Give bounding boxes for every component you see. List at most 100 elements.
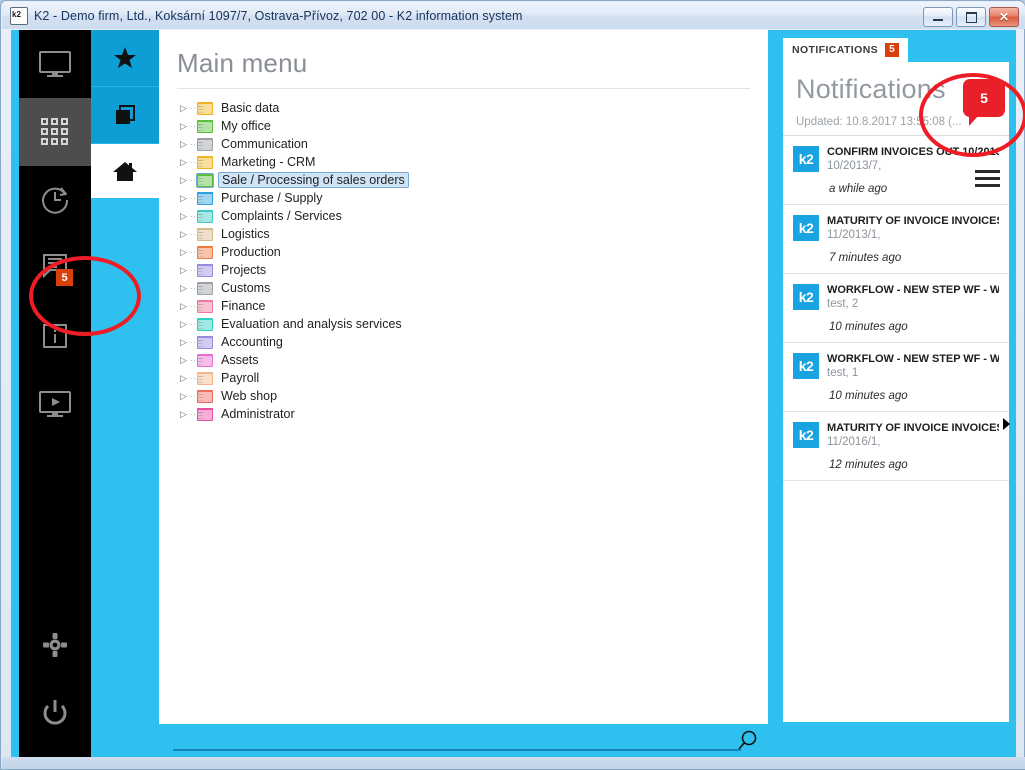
notification-timestamp: 10 minutes ago: [829, 390, 908, 402]
tree-item[interactable]: ▷ ·· Production: [177, 243, 768, 261]
sidebar-item-media[interactable]: [19, 370, 91, 438]
chevron-right-icon[interactable]: ▷: [177, 190, 190, 206]
nav-item-favourites[interactable]: [91, 30, 159, 87]
right-edge-expander[interactable]: [1003, 418, 1010, 430]
notification-item[interactable]: k2 MATURITY OF INVOICE INVOICES I... 11/20…: [783, 412, 1009, 481]
tree-item-label: Complaints / Services: [221, 209, 342, 223]
tree-item[interactable]: ▷ ·· Accounting: [177, 333, 768, 351]
notification-row: k2 MATURITY OF INVOICE INVOICES I... 11/20…: [793, 422, 999, 448]
sidebar-item-main-menu[interactable]: [19, 98, 91, 166]
chevron-right-icon[interactable]: ▷: [177, 136, 190, 152]
tree-item[interactable]: ▷ ·· My office: [177, 117, 768, 135]
tree-item[interactable]: ▷ ·· Communication: [177, 135, 768, 153]
tab-notifications[interactable]: NOTIFICATIONS 5: [783, 38, 908, 62]
tree-item-label: Evaluation and analysis services: [221, 317, 402, 331]
chevron-right-icon[interactable]: ▷: [177, 172, 190, 188]
k2-app-icon[interactable]: [10, 6, 28, 25]
chevron-right-icon[interactable]: ▷: [177, 262, 190, 278]
tree-connector: ··: [190, 355, 196, 365]
notification-item[interactable]: k2 MATURITY OF INVOICE INVOICES I... 11/20…: [783, 205, 1009, 274]
notification-row: k2 CONFIRM INVOICES OUT 10/2013/7, 10/2013…: [793, 146, 999, 172]
avatar: k2: [793, 284, 819, 310]
notification-item[interactable]: k2 WORKFLOW - NEW STEP WF - WO... test, 1 1…: [783, 343, 1009, 412]
chevron-right-icon[interactable]: ▷: [177, 226, 190, 242]
sidebar-item-information[interactable]: [19, 302, 91, 370]
chevron-right-icon[interactable]: ▷: [177, 298, 190, 314]
search-underline: [173, 749, 741, 751]
nav-item-home[interactable]: [91, 144, 159, 200]
notification-subtitle: 11/2016/1,: [827, 436, 881, 448]
tree-item-label: My office: [221, 119, 271, 133]
chevron-right-icon[interactable]: ▷: [177, 154, 190, 170]
sidebar-item-history[interactable]: [19, 166, 91, 234]
maximize-button[interactable]: [956, 7, 986, 27]
notification-item[interactable]: k2 CONFIRM INVOICES OUT 10/2013/7, 10/2013…: [783, 136, 1009, 205]
tree-item-label: Finance: [221, 299, 266, 313]
minimize-button[interactable]: [923, 7, 953, 27]
tree-item[interactable]: ▷ ·· Sale / Processing of sales orders: [177, 171, 768, 189]
chevron-right-icon[interactable]: ▷: [177, 370, 190, 386]
nav-item-windows[interactable]: [91, 87, 159, 144]
window-title: K2 - Demo firm, Ltd., Koksární 1097/7, O…: [34, 8, 523, 23]
chevron-right-icon[interactable]: ▷: [177, 118, 190, 134]
home-icon: [113, 162, 137, 181]
chevron-right-icon[interactable]: ▷: [177, 388, 190, 404]
tree-item[interactable]: ▷ ·· Marketing - CRM: [177, 153, 768, 171]
folder-icon: [197, 101, 213, 115]
menu-tree[interactable]: ▷ ·· Basic data ▷ ·· My office ▷ ·· Communicatio…: [159, 89, 768, 423]
notification-subtitle: test, 1: [827, 367, 859, 379]
tree-connector: ··: [190, 373, 196, 383]
notifications-panel: Notifications Updated: 10.8.2017 13:55:0…: [783, 62, 1009, 722]
power-icon: [43, 700, 67, 725]
tree-connector: ··: [190, 337, 196, 347]
notification-title: CONFIRM INVOICES OUT 10/2013/7,: [827, 146, 999, 158]
tree-item-label: Accounting: [221, 335, 283, 349]
tree-item[interactable]: ▷ ·· Administrator: [177, 405, 768, 423]
tree-item[interactable]: ▷ ·· Finance: [177, 297, 768, 315]
window-bottom-edge: [2, 757, 1025, 769]
tree-item[interactable]: ▷ ·· Complaints / Services: [177, 207, 768, 225]
tree-item[interactable]: ▷ ·· Payroll: [177, 369, 768, 387]
tree-item[interactable]: ▷ ·· Logistics: [177, 225, 768, 243]
chevron-right-icon[interactable]: ▷: [177, 334, 190, 350]
notification-list: k2 CONFIRM INVOICES OUT 10/2013/7, 10/2013…: [783, 136, 1009, 481]
close-button[interactable]: ✕: [989, 7, 1019, 27]
tree-connector: ··: [190, 103, 196, 113]
avatar: k2: [793, 146, 819, 172]
chevron-right-icon[interactable]: ▷: [177, 208, 190, 224]
tree-item[interactable]: ▷ ·· Customs: [177, 279, 768, 297]
chevron-right-icon[interactable]: ▷: [177, 406, 190, 422]
sidebar-item-desktop[interactable]: [19, 30, 91, 98]
chevron-right-icon[interactable]: ▷: [177, 280, 190, 296]
tree-item[interactable]: ▷ ·· Assets: [177, 351, 768, 369]
chevron-right-icon[interactable]: ▷: [177, 100, 190, 116]
chevron-right-icon[interactable]: ▷: [177, 316, 190, 332]
folder-icon: [197, 155, 213, 169]
chevron-right-icon[interactable]: ▷: [177, 352, 190, 368]
tree-item[interactable]: ▷ ·· Basic data: [177, 99, 768, 117]
tree-connector: ··: [190, 229, 196, 239]
chevron-right-icon[interactable]: ▷: [177, 244, 190, 260]
magnifier-icon[interactable]: [736, 729, 760, 753]
notification-title: MATURITY OF INVOICE INVOICES I...: [827, 422, 999, 434]
avatar: k2: [793, 215, 819, 241]
tree-item[interactable]: ▷ ·· Evaluation and analysis services: [177, 315, 768, 333]
notification-row: k2 MATURITY OF INVOICE INVOICES I... 11/20…: [793, 215, 999, 241]
title-bar[interactable]: K2 - Demo firm, Ltd., Koksární 1097/7, O…: [2, 2, 1025, 29]
tree-item[interactable]: ▷ ·· Purchase / Supply: [177, 189, 768, 207]
notification-item[interactable]: k2 WORKFLOW - NEW STEP WF - WO... test, 2 1…: [783, 274, 1009, 343]
tree-connector: ··: [190, 409, 196, 419]
tree-item[interactable]: ▷ ·· Web shop: [177, 387, 768, 405]
tree-item[interactable]: ▷ ·· Projects: [177, 261, 768, 279]
sidebar-item-notifications[interactable]: 5: [19, 234, 91, 302]
sidebar-item-power[interactable]: [19, 679, 91, 747]
folder-icon: [197, 119, 213, 133]
notifications-heading: Notifications: [796, 74, 946, 104]
left-edge-expander[interactable]: [19, 418, 26, 430]
notification-subtitle: 11/2013/1,: [827, 229, 881, 241]
sidebar-item-settings[interactable]: [19, 611, 91, 679]
tree-connector: ··: [190, 175, 196, 185]
star-icon: [114, 47, 136, 68]
search-input[interactable]: [173, 733, 733, 749]
tree-connector: ··: [190, 211, 196, 221]
